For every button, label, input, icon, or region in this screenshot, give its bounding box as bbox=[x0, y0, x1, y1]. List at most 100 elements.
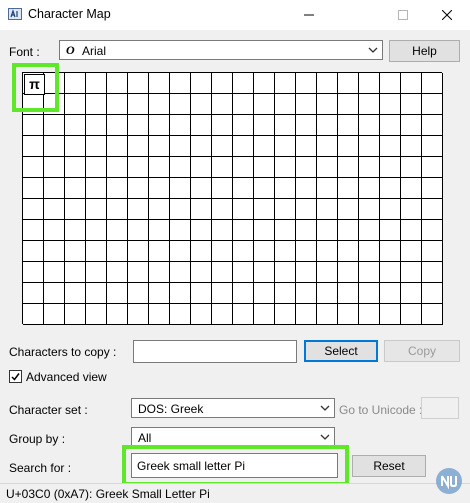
character-cell[interactable] bbox=[170, 136, 191, 157]
character-cell[interactable] bbox=[422, 157, 443, 178]
character-cell[interactable] bbox=[359, 283, 380, 304]
character-cell[interactable] bbox=[212, 73, 233, 94]
character-cell[interactable] bbox=[233, 283, 254, 304]
character-cell[interactable] bbox=[170, 304, 191, 325]
character-cell[interactable] bbox=[401, 157, 422, 178]
character-cell[interactable] bbox=[254, 241, 275, 262]
character-cell[interactable] bbox=[212, 304, 233, 325]
character-cell[interactable] bbox=[422, 241, 443, 262]
character-cell[interactable] bbox=[170, 157, 191, 178]
character-cell[interactable] bbox=[212, 262, 233, 283]
character-cell[interactable] bbox=[359, 262, 380, 283]
character-cell[interactable] bbox=[317, 262, 338, 283]
character-cell[interactable] bbox=[191, 262, 212, 283]
character-cell[interactable] bbox=[23, 304, 44, 325]
chars-to-copy-input[interactable] bbox=[133, 340, 297, 363]
character-cell[interactable] bbox=[401, 283, 422, 304]
character-cell[interactable] bbox=[23, 136, 44, 157]
character-cell[interactable] bbox=[170, 220, 191, 241]
character-cell[interactable] bbox=[296, 241, 317, 262]
character-cell[interactable] bbox=[422, 262, 443, 283]
character-cell[interactable] bbox=[254, 283, 275, 304]
character-cell[interactable] bbox=[107, 157, 128, 178]
character-cell[interactable] bbox=[44, 283, 65, 304]
character-cell[interactable] bbox=[86, 262, 107, 283]
character-cell[interactable] bbox=[275, 178, 296, 199]
character-cell[interactable] bbox=[275, 199, 296, 220]
character-cell[interactable] bbox=[380, 73, 401, 94]
character-cell[interactable] bbox=[275, 304, 296, 325]
character-cell[interactable] bbox=[128, 136, 149, 157]
character-cell[interactable] bbox=[401, 94, 422, 115]
character-cell[interactable] bbox=[107, 73, 128, 94]
character-cell[interactable] bbox=[338, 199, 359, 220]
character-cell[interactable] bbox=[107, 262, 128, 283]
character-cell[interactable] bbox=[44, 220, 65, 241]
character-cell[interactable] bbox=[338, 241, 359, 262]
character-cell[interactable] bbox=[422, 73, 443, 94]
character-cell[interactable] bbox=[296, 73, 317, 94]
character-cell[interactable] bbox=[128, 283, 149, 304]
character-cell[interactable] bbox=[317, 304, 338, 325]
character-cell[interactable] bbox=[149, 283, 170, 304]
character-cell[interactable] bbox=[359, 73, 380, 94]
advanced-view-checkbox[interactable] bbox=[9, 370, 22, 383]
character-cell[interactable] bbox=[233, 262, 254, 283]
character-cell[interactable] bbox=[212, 220, 233, 241]
character-cell[interactable] bbox=[380, 115, 401, 136]
character-cell[interactable] bbox=[170, 241, 191, 262]
character-grid[interactable] bbox=[22, 72, 443, 325]
character-cell[interactable] bbox=[149, 115, 170, 136]
character-cell[interactable] bbox=[44, 199, 65, 220]
character-cell[interactable] bbox=[359, 136, 380, 157]
character-cell[interactable] bbox=[275, 220, 296, 241]
character-cell[interactable] bbox=[107, 178, 128, 199]
character-cell[interactable] bbox=[401, 73, 422, 94]
character-cell[interactable] bbox=[23, 157, 44, 178]
character-cell[interactable] bbox=[338, 304, 359, 325]
character-cell[interactable] bbox=[380, 157, 401, 178]
character-cell[interactable] bbox=[401, 241, 422, 262]
charset-dropdown[interactable]: DOS: Greek bbox=[131, 398, 335, 418]
character-cell[interactable] bbox=[212, 157, 233, 178]
character-cell[interactable] bbox=[254, 220, 275, 241]
character-cell[interactable] bbox=[86, 199, 107, 220]
character-cell[interactable] bbox=[296, 199, 317, 220]
character-cell[interactable] bbox=[107, 136, 128, 157]
character-cell[interactable] bbox=[317, 178, 338, 199]
character-cell[interactable] bbox=[254, 115, 275, 136]
character-cell[interactable] bbox=[149, 73, 170, 94]
character-cell[interactable] bbox=[359, 94, 380, 115]
character-cell[interactable] bbox=[317, 94, 338, 115]
character-cell[interactable] bbox=[275, 241, 296, 262]
character-cell[interactable] bbox=[86, 136, 107, 157]
character-cell[interactable] bbox=[212, 94, 233, 115]
character-cell[interactable] bbox=[338, 157, 359, 178]
character-cell[interactable] bbox=[359, 241, 380, 262]
character-cell[interactable] bbox=[191, 115, 212, 136]
character-cell[interactable] bbox=[23, 199, 44, 220]
character-cell[interactable] bbox=[317, 220, 338, 241]
character-cell[interactable] bbox=[128, 199, 149, 220]
character-cell[interactable] bbox=[149, 304, 170, 325]
character-cell[interactable] bbox=[191, 199, 212, 220]
character-cell[interactable] bbox=[86, 220, 107, 241]
character-cell[interactable] bbox=[254, 157, 275, 178]
character-cell[interactable] bbox=[317, 73, 338, 94]
character-cell[interactable] bbox=[191, 283, 212, 304]
character-cell[interactable] bbox=[191, 220, 212, 241]
character-cell[interactable] bbox=[86, 73, 107, 94]
character-cell[interactable] bbox=[275, 262, 296, 283]
character-cell[interactable] bbox=[359, 199, 380, 220]
character-cell[interactable] bbox=[65, 157, 86, 178]
character-cell[interactable] bbox=[107, 199, 128, 220]
character-cell[interactable] bbox=[401, 220, 422, 241]
character-cell[interactable] bbox=[23, 220, 44, 241]
character-cell[interactable] bbox=[380, 304, 401, 325]
character-cell[interactable] bbox=[359, 157, 380, 178]
character-cell[interactable] bbox=[422, 199, 443, 220]
character-cell[interactable] bbox=[212, 199, 233, 220]
character-cell[interactable] bbox=[191, 94, 212, 115]
character-cell[interactable] bbox=[44, 262, 65, 283]
character-cell[interactable] bbox=[191, 157, 212, 178]
